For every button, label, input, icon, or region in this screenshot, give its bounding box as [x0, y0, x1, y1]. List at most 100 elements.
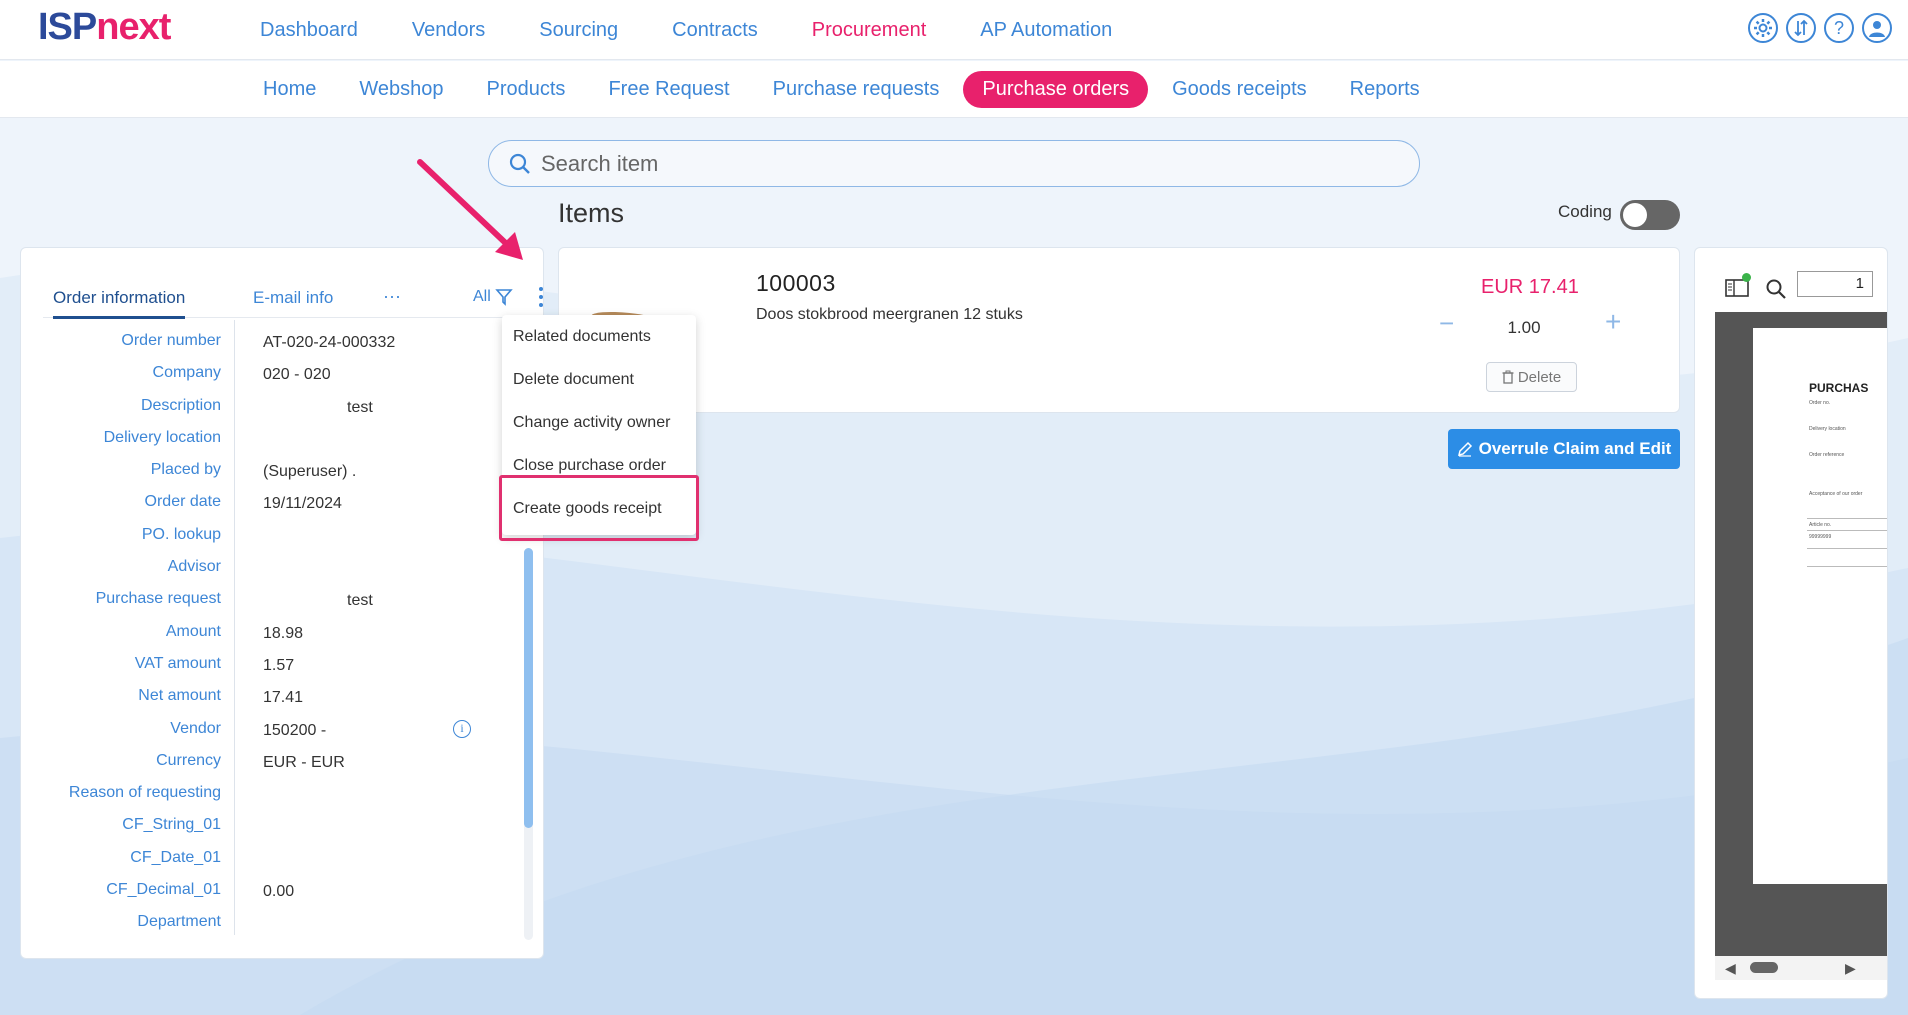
sub-nav-reports[interactable]: Reports [1331, 71, 1439, 108]
preview-tiny-label: Article no. [1809, 522, 1832, 528]
sub-nav-free-request[interactable]: Free Request [589, 71, 748, 108]
settings-icon[interactable] [1748, 13, 1778, 43]
annotation-arrow-icon [417, 159, 523, 260]
sub-nav-home[interactable]: Home [244, 71, 335, 108]
main-nav-sourcing[interactable]: Sourcing [539, 19, 618, 42]
menu-item-delete-document[interactable]: Delete document [513, 371, 634, 389]
field-label: VAT amount [134, 654, 221, 672]
delete-item-button[interactable]: Delete [1486, 362, 1577, 392]
field-label: PO. lookup [141, 525, 221, 543]
quantity-increase-button[interactable]: + [1605, 306, 1621, 338]
field-value: (Superuser) . [263, 463, 357, 481]
filter-icon [495, 289, 513, 306]
tab-email-info[interactable]: E-mail info [253, 288, 333, 308]
field-row: CF_Decimal_01 0.00 [41, 877, 521, 909]
field-label: Delivery location [103, 428, 221, 446]
overrule-claim-edit-button[interactable]: Overrule Claim and Edit [1448, 429, 1680, 469]
field-row: Order date 19/11/2024 [41, 489, 521, 521]
search-bar [488, 140, 1420, 187]
tab-order-information[interactable]: Order information [53, 288, 186, 319]
field-row: CF_Date_01 [41, 845, 521, 877]
overrule-claim-edit-label: Overrule Claim and Edit [1478, 439, 1672, 458]
field-value: AT-020-24-000332 [263, 334, 396, 351]
sub-nav-goods-receipts[interactable]: Goods receipts [1153, 71, 1326, 108]
scroll-left-icon[interactable]: ◀ [1725, 960, 1736, 977]
main-nav-ap-automation[interactable]: AP Automation [980, 19, 1112, 42]
field-value: 0.00 [263, 883, 295, 901]
status-dot-icon [1742, 273, 1751, 282]
trash-icon [1502, 370, 1514, 384]
delete-item-label: Delete [1517, 368, 1562, 386]
user-icon[interactable] [1862, 13, 1892, 43]
main-nav: Dashboard Vendors Sourcing Contracts Pro… [260, 0, 1166, 60]
field-label: Company [152, 364, 221, 382]
field-row: Description test [41, 393, 521, 425]
preview-scroll-thumb[interactable] [1750, 962, 1778, 973]
field-label: CF_Decimal_01 [106, 881, 221, 899]
field-label: Order number [121, 332, 221, 349]
more-options-icon[interactable] [533, 280, 549, 314]
panel-scrollbar-thumb[interactable] [524, 548, 533, 828]
field-label: Vendor [170, 719, 221, 737]
item-description: Doos stokbrood meergranen 12 stuks [756, 306, 1023, 323]
main-nav-procurement[interactable]: Procurement [812, 19, 927, 42]
preview-tiny-label: Delivery location [1809, 426, 1846, 432]
help-icon[interactable]: ? [1824, 13, 1854, 43]
preview-tiny-label: Order no. [1809, 400, 1831, 406]
pencil-icon [1457, 441, 1472, 457]
quantity-decrease-button[interactable]: − [1439, 308, 1454, 339]
field-label: CF_Date_01 [130, 848, 221, 866]
field-value: 150200 - [263, 721, 327, 739]
preview-search-icon[interactable] [1765, 278, 1787, 300]
menu-item-change-activity-owner[interactable]: Change activity owner [513, 414, 670, 432]
menu-item-related-documents[interactable]: Related documents [513, 328, 651, 346]
scroll-right-icon[interactable]: ▶ [1845, 960, 1856, 977]
field-row: Purchase request test [41, 586, 521, 618]
field-row: Delivery location [41, 425, 521, 457]
sub-nav-purchase-orders[interactable]: Purchase orders [963, 71, 1149, 108]
transfer-icon[interactable] [1786, 13, 1816, 43]
preview-rule [1807, 530, 1887, 531]
main-nav-vendors[interactable]: Vendors [412, 19, 485, 42]
field-label: Order date [144, 493, 221, 511]
field-label: Reason of requesting [68, 784, 221, 802]
field-row: PO. lookup [41, 522, 521, 554]
field-row: CF_String_01 [41, 812, 521, 844]
field-value: 1.57 [263, 656, 295, 674]
sub-nav: Home Webshop Products Free Request Purch… [0, 61, 1908, 118]
tab-more[interactable]: ··· [383, 286, 401, 307]
quantity-value[interactable]: 1.00 [1479, 318, 1569, 338]
field-value: test [347, 398, 373, 416]
coding-toggle-knob [1623, 203, 1647, 227]
field-value: 18.98 [263, 624, 304, 642]
filter-all[interactable]: All [473, 288, 513, 306]
search-input[interactable] [541, 150, 1401, 177]
brand-logo-part2: next [96, 6, 171, 48]
preview-tiny-label: 99999999 [1809, 534, 1832, 540]
main-nav-contracts[interactable]: Contracts [672, 19, 758, 42]
preview-tiny-label: Order reference [1809, 452, 1845, 458]
item-card: 100003 Doos stokbrood meergranen 12 stuk… [558, 247, 1680, 413]
sub-nav-purchase-requests[interactable]: Purchase requests [754, 71, 959, 108]
order-fields: Order number AT-020-24-000332 Company 020 … [41, 328, 521, 942]
filter-all-label: All [473, 288, 491, 305]
preview-document-page [1753, 328, 1887, 884]
menu-item-close-purchase-order[interactable]: Close purchase order [513, 457, 666, 475]
brand-logo[interactable]: ISPnext [38, 6, 171, 49]
preview-rule [1807, 566, 1887, 567]
preview-doc-title: PURCHAS [1809, 381, 1869, 395]
menu-highlight-box [499, 475, 699, 541]
vendor-info-icon[interactable]: i [453, 719, 471, 738]
preview-horizontal-scrollbar[interactable] [1715, 956, 1887, 980]
page-number-input[interactable]: 1 [1797, 271, 1873, 297]
field-label: Amount [165, 622, 221, 640]
top-icons: ? [1748, 13, 1892, 43]
sub-nav-products[interactable]: Products [468, 71, 585, 108]
field-label: CF_String_01 [122, 816, 221, 834]
field-value: 020 - 020 [263, 366, 331, 384]
sub-nav-webshop[interactable]: Webshop [340, 71, 462, 108]
preview-rule [1807, 518, 1887, 519]
main-nav-dashboard[interactable]: Dashboard [260, 19, 358, 42]
coding-toggle[interactable] [1620, 200, 1680, 230]
items-title: Items [558, 198, 625, 228]
